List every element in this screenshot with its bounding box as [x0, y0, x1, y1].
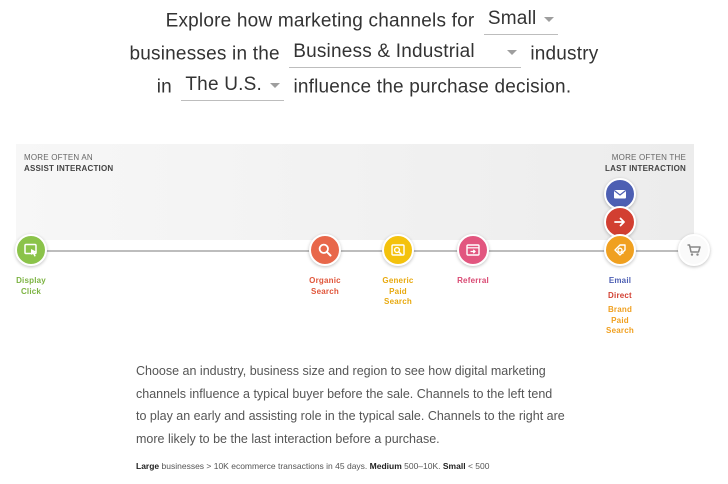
headline-text: in — [156, 76, 172, 98]
description-line: Choose an industry, business size and re… — [136, 364, 546, 378]
display-click-node[interactable] — [15, 234, 47, 266]
generic-paid-search-node[interactable] — [382, 234, 414, 266]
band-label-line: MORE OFTEN THE — [611, 153, 686, 162]
brand-search-icon — [614, 244, 626, 256]
display-click-icon — [24, 243, 37, 257]
business-size-select[interactable]: Small — [483, 8, 559, 35]
brand-paid-search-label: Brand — [607, 305, 633, 314]
legend-large-text: businesses > 10K ecommerce transactions … — [159, 461, 370, 471]
brand-paid-search-label: Search — [606, 326, 634, 335]
referral-label: Referral — [443, 276, 503, 287]
headline-line-2: businesses in the Business & Industrial … — [0, 41, 728, 68]
referral-node[interactable] — [457, 234, 489, 266]
last-interaction-label: MORE OFTEN THE LAST INTERACTION — [604, 152, 686, 174]
label-line: Organic — [309, 276, 341, 285]
headline-text: industry — [530, 43, 599, 65]
industry-value: Business & Industrial — [293, 41, 475, 62]
industry-select[interactable]: Business & Industrial — [289, 41, 521, 68]
brand-paid-search-label: Paid — [611, 315, 629, 325]
chevron-down-icon — [544, 17, 555, 22]
generic-paid-search-label: Generic Paid Search — [368, 276, 428, 308]
organic-search-node[interactable] — [309, 234, 341, 266]
interaction-band — [16, 144, 694, 240]
referral-window-icon — [466, 244, 480, 256]
business-size-value: Small — [487, 8, 537, 29]
legend-large-label: Large — [136, 461, 160, 471]
paid-search-icon — [391, 244, 405, 256]
organic-search-label: Organic Search — [295, 276, 355, 297]
arrow-right-icon — [614, 217, 625, 227]
envelope-icon — [613, 190, 627, 199]
headline-text: Explore how marketing channels for — [165, 10, 475, 32]
band-label-line: ASSIST INTERACTION — [24, 164, 114, 173]
headline-text: businesses in the — [129, 43, 280, 65]
shopping-cart-icon — [687, 244, 701, 256]
description-line: to play an early and assisting role in t… — [136, 409, 565, 423]
legend-small-label: Small — [442, 461, 466, 471]
label-line: Search — [384, 297, 412, 306]
label-line: Display — [16, 276, 46, 285]
label-line: Search — [311, 286, 339, 296]
label-line: Paid — [389, 286, 407, 296]
region-select[interactable]: The U.S. — [181, 74, 284, 101]
label-line: Generic — [382, 276, 414, 285]
description-text: Choose an industry, business size and re… — [136, 360, 586, 450]
legend-small-text: < 500 — [465, 461, 490, 471]
headline-line-3: in The U.S. influence the purchase decis… — [0, 74, 728, 101]
chevron-down-icon — [506, 50, 517, 55]
band-label-line: MORE OFTEN AN — [24, 153, 93, 162]
email-label: Email — [608, 276, 632, 285]
last-interaction-channel-labels: Email Direct Brand Paid Search — [590, 276, 650, 337]
description-line: channels influence a typical buyer befor… — [136, 386, 553, 401]
brand-paid-search-node[interactable] — [604, 234, 636, 266]
purchase-cart-node — [678, 234, 710, 266]
display-click-label: Display Click — [1, 276, 61, 297]
assist-interaction-label: MORE OFTEN AN ASSIST INTERACTION — [24, 152, 113, 174]
headline-line-1: Explore how marketing channels for Small — [0, 8, 728, 35]
chevron-down-icon — [269, 83, 280, 88]
legend-medium-label: Medium — [369, 461, 402, 471]
headline-text: influence the purchase decision. — [293, 76, 572, 98]
band-label-line: LAST INTERACTION — [605, 164, 686, 173]
description-line: more likely to be the last interaction b… — [136, 431, 440, 446]
legend-medium-text: 500–10K. — [401, 461, 443, 471]
label-line: Referral — [457, 276, 489, 285]
size-legend: Large businesses > 10K ecommerce transac… — [136, 461, 489, 471]
label-line: Click — [20, 286, 42, 296]
region-value: The U.S. — [185, 74, 262, 95]
magnifier-icon — [318, 243, 332, 257]
timeline-axis — [32, 250, 692, 252]
direct-label: Direct — [608, 290, 632, 300]
